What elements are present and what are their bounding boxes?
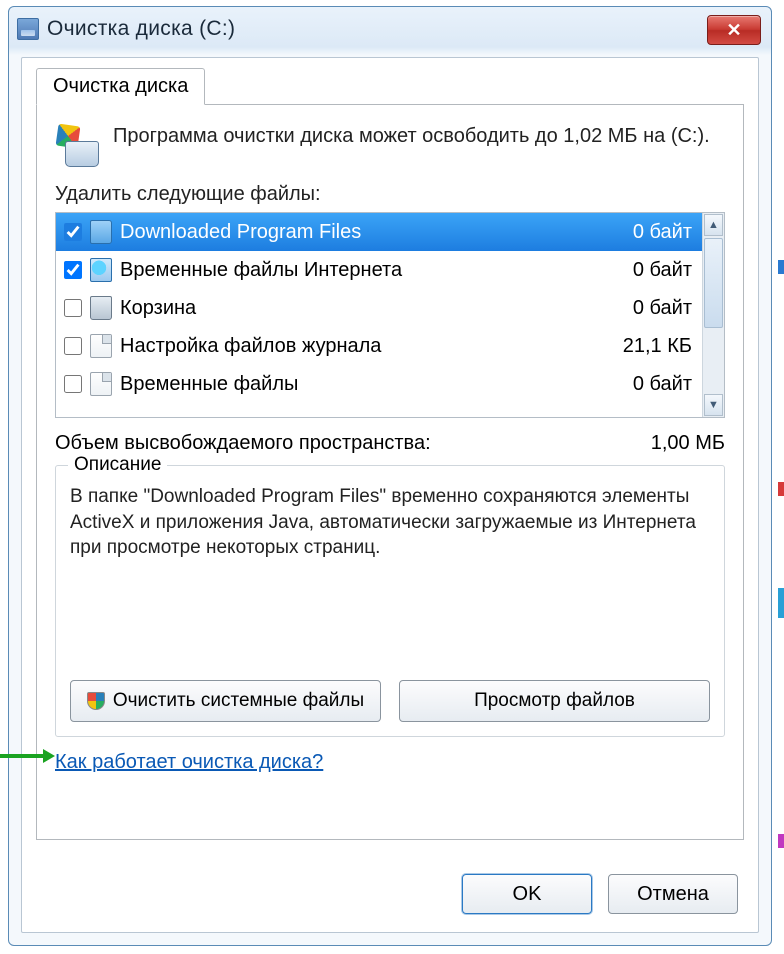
background-stripe <box>778 260 784 274</box>
description-title: Описание <box>68 454 167 476</box>
scroll-down-button[interactable]: ▼ <box>704 394 723 416</box>
scroll-thumb[interactable] <box>704 238 723 328</box>
help-link[interactable]: Как работает очистка диска? <box>55 751 323 774</box>
file-size: 0 байт <box>582 297 692 320</box>
files-listbox[interactable]: Downloaded Program Files0 байтВременные … <box>55 212 725 418</box>
file-size: 0 байт <box>582 221 692 244</box>
total-label: Объем высвобождаемого пространства: <box>55 432 431 455</box>
background-stripe <box>778 834 784 848</box>
dialog-buttons: OK Отмена <box>462 874 738 914</box>
file-row[interactable]: Временные файлы 0 байт <box>56 365 702 403</box>
file-checkbox[interactable] <box>64 223 82 241</box>
titlebar[interactable]: Очистка диска (C:) ✕ <box>9 7 771 51</box>
file-size: 21,1 КБ <box>582 335 692 358</box>
description-group: Описание В папке "Downloaded Program Fil… <box>55 465 725 737</box>
total-value: 1,00 МБ <box>651 432 725 455</box>
ie-icon <box>90 258 112 282</box>
uac-shield-icon <box>87 692 105 710</box>
file-checkbox[interactable] <box>64 375 82 393</box>
view-files-button[interactable]: Просмотр файлов <box>399 680 710 722</box>
file-row[interactable]: Downloaded Program Files 0 байт <box>56 213 702 251</box>
tab-label: Очистка диска <box>53 75 188 97</box>
total-row: Объем высвобождаемого пространства: 1,00… <box>55 432 725 455</box>
tab-disk-cleanup[interactable]: Очистка диска <box>36 68 205 105</box>
files-list-label: Удалить следующие файлы: <box>55 183 725 206</box>
file-checkbox[interactable] <box>64 261 82 279</box>
clean-system-files-button[interactable]: Очистить системные файлы <box>70 680 381 722</box>
file-checkbox[interactable] <box>64 337 82 355</box>
cancel-button[interactable]: Отмена <box>608 874 738 914</box>
tab-strip: Очистка диска <box>22 58 758 106</box>
disk-cleanup-icon <box>55 123 99 167</box>
ok-label: OK <box>513 883 542 905</box>
folder-icon <box>90 220 112 244</box>
file-size: 0 байт <box>582 259 692 282</box>
client-area: Очистка диска Программа очистки диска мо… <box>21 57 759 933</box>
file-name: Корзина <box>120 297 574 320</box>
view-files-label: Просмотр файлов <box>474 690 635 712</box>
background-stripe <box>778 588 784 618</box>
file-name: Настройка файлов журнала <box>120 335 574 358</box>
file-name: Downloaded Program Files <box>120 221 574 244</box>
close-button[interactable]: ✕ <box>707 15 761 45</box>
help-link-text: Как работает очистка диска? <box>55 751 323 773</box>
file-name: Временные файлы Интернета <box>120 259 574 282</box>
file-checkbox[interactable] <box>64 299 82 317</box>
disk-cleanup-title-icon <box>17 18 39 40</box>
description-text: В папке "Downloaded Program Files" време… <box>70 484 710 561</box>
background-stripe <box>778 482 784 496</box>
file-name: Временные файлы <box>120 373 574 396</box>
scrollbar[interactable]: ▲ ▼ <box>702 213 724 417</box>
window-title: Очистка диска (C:) <box>47 17 235 41</box>
scroll-up-button[interactable]: ▲ <box>704 214 723 236</box>
doc-icon <box>90 372 112 396</box>
doc-icon <box>90 334 112 358</box>
file-row[interactable]: Временные файлы Интернета 0 байт <box>56 251 702 289</box>
cancel-label: Отмена <box>637 883 709 905</box>
file-row[interactable]: Настройка файлов журнала 21,1 КБ <box>56 327 702 365</box>
file-size: 0 байт <box>582 373 692 396</box>
dialog-window: Очистка диска (C:) ✕ Очистка диска Прогр… <box>8 6 772 946</box>
clean-system-files-label: Очистить системные файлы <box>113 690 364 712</box>
ok-button[interactable]: OK <box>462 874 592 914</box>
intro-row: Программа очистки диска может освободить… <box>55 123 725 167</box>
intro-text: Программа очистки диска может освободить… <box>113 123 710 150</box>
file-row[interactable]: Корзина 0 байт <box>56 289 702 327</box>
tab-pane: Программа очистки диска может освободить… <box>36 104 744 840</box>
bin-icon <box>90 296 112 320</box>
